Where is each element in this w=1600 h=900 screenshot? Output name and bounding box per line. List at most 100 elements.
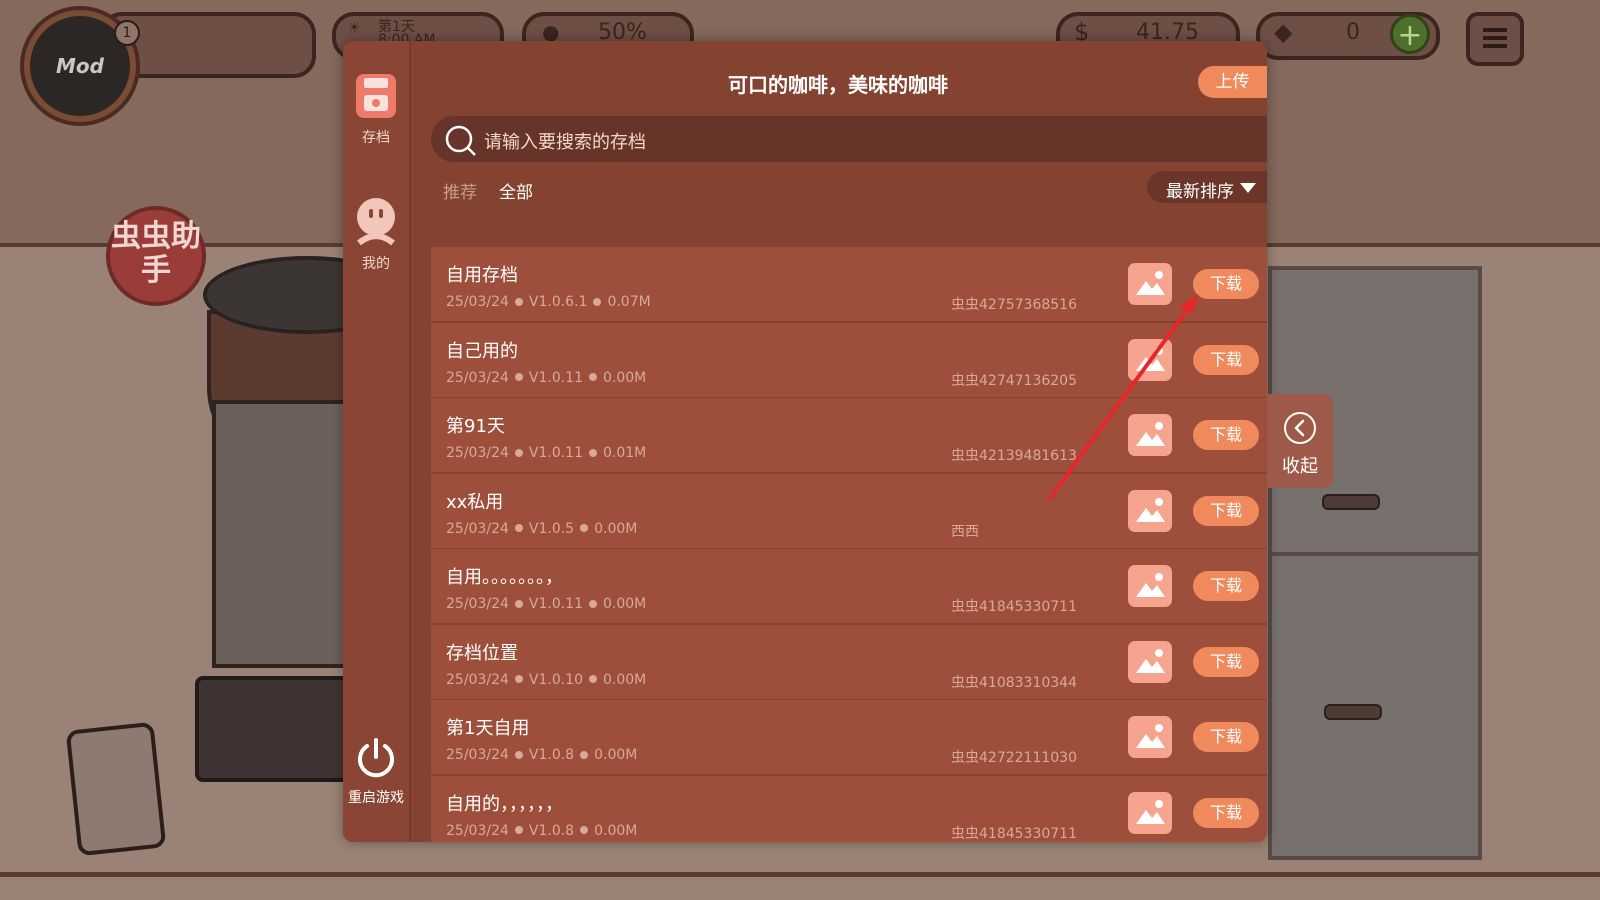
- save-author: 虫虫42139481613: [951, 448, 1077, 464]
- save-meta: 25/03/24 V1.0.11 0.00M: [446, 596, 646, 612]
- sidebar-item-restart[interactable]: 重启游戏: [343, 737, 409, 807]
- add-gems-icon[interactable]: +: [1390, 14, 1430, 54]
- save-row[interactable]: 第1天自用 25/03/24 V1.0.8 0.00M 虫虫42722111030 下载: [431, 700, 1267, 774]
- save-title: 自用存档: [446, 265, 518, 286]
- dot-separator-icon: [593, 297, 602, 306]
- image-preview-icon[interactable]: [1128, 791, 1172, 834]
- save-row[interactable]: xx私用 25/03/24 V1.0.5 0.00M 西西 下载: [431, 473, 1267, 548]
- dot-separator-icon: [580, 750, 589, 759]
- save-row[interactable]: 存档位置 25/03/24 V1.0.10 0.00M 虫虫41083310344 下载: [431, 624, 1267, 699]
- save-title: 自用。。。。。。。，: [446, 567, 563, 588]
- save-size: 0.00M: [594, 822, 638, 839]
- sidebar-item-mine[interactable]: 我的: [343, 197, 409, 273]
- save-author: 虫虫42747136205: [951, 372, 1077, 389]
- sort-dropdown[interactable]: 最新排序: [1147, 171, 1267, 203]
- image-preview-icon[interactable]: [1128, 640, 1172, 683]
- save-title: 存档位置: [446, 642, 518, 664]
- download-button[interactable]: 下载: [1193, 420, 1259, 450]
- save-date: 25/03/24: [446, 445, 509, 461]
- save-author: 虫虫41845330711: [951, 825, 1077, 842]
- download-button[interactable]: 下载: [1193, 797, 1259, 828]
- save-row[interactable]: 自用。。。。。。。， 25/03/24 V1.0.11 0.00M 虫虫41845330…: [431, 549, 1267, 623]
- search-bar[interactable]: 请输入要搜索的存档: [431, 116, 1267, 162]
- download-button[interactable]: 下载: [1193, 269, 1259, 299]
- save-meta: 25/03/24 V1.0.11 0.01M: [446, 445, 646, 461]
- gem-icon: ◆: [1274, 18, 1293, 46]
- save-title: 第1天自用: [446, 718, 530, 739]
- save-author: 虫虫41083310344: [951, 674, 1077, 691]
- save-row[interactable]: 自用存档 25/03/24 V1.0.6.1 0.07M 虫虫42757368516 下载: [431, 247, 1267, 321]
- save-date: 25/03/24: [446, 747, 509, 763]
- sidebar-item-save[interactable]: 存档: [343, 73, 409, 147]
- save-date: 25/03/24: [446, 520, 509, 537]
- image-preview-icon[interactable]: [1128, 489, 1172, 532]
- save-meta: 25/03/24 V1.0.10 0.00M: [446, 672, 646, 688]
- save-date: 25/03/24: [446, 671, 509, 688]
- dot-separator-icon: [514, 448, 523, 457]
- save-version: V1.0.11: [528, 369, 583, 386]
- save-version: V1.0.5: [528, 520, 575, 537]
- modal-sidebar: 存档 我的 重启游戏: [343, 41, 411, 842]
- save-title: 第91天: [446, 416, 505, 437]
- collapse-label: 收起: [1282, 456, 1318, 477]
- image-preview-icon[interactable]: [1128, 263, 1172, 305]
- save-version: V1.0.6.1: [528, 294, 588, 310]
- image-preview-icon[interactable]: [1128, 414, 1172, 456]
- save-date: 25/03/24: [446, 369, 509, 386]
- save-meta: 25/03/24 V1.0.6.1 0.07M: [446, 294, 651, 310]
- search-input[interactable]: 请输入要搜索的存档: [484, 128, 646, 154]
- download-button[interactable]: 下载: [1193, 571, 1259, 601]
- sidebar-save-label: 存档: [362, 130, 390, 146]
- dot-separator-icon: [580, 826, 589, 834]
- upload-button[interactable]: 上传: [1198, 66, 1267, 98]
- dot-separator-icon: [580, 524, 589, 532]
- save-disk-icon: [356, 74, 396, 118]
- save-size: 0.00M: [603, 596, 647, 612]
- save-version: V1.0.10: [528, 671, 583, 688]
- save-date: 25/03/24: [446, 822, 509, 839]
- sun-icon: ☀: [348, 20, 361, 36]
- save-author: 虫虫42757368516: [951, 297, 1077, 313]
- download-button[interactable]: 下载: [1193, 722, 1259, 752]
- chevron-down-icon: [1240, 183, 1256, 193]
- avatar-mod-label: Mod: [56, 54, 104, 78]
- save-date: 25/03/24: [446, 294, 509, 310]
- chongchong-assistant-badge[interactable]: 虫虫助手: [106, 206, 206, 306]
- save-row[interactable]: 第91天 25/03/24 V1.0.11 0.01M 虫虫42139481613 下载: [431, 398, 1267, 472]
- save-title: 自己用的: [446, 340, 518, 362]
- save-size: 0.00M: [594, 520, 638, 537]
- download-button[interactable]: 下载: [1193, 344, 1259, 375]
- save-size: 0.01M: [603, 445, 647, 461]
- tab-all[interactable]: 全部: [499, 178, 533, 203]
- image-preview-icon[interactable]: [1128, 338, 1172, 381]
- phone-icon: [65, 721, 167, 857]
- save-size: 0.00M: [603, 369, 647, 386]
- download-button[interactable]: 下载: [1193, 646, 1259, 677]
- sidebar-mine-label: 我的: [362, 256, 390, 272]
- save-author: 西西: [951, 523, 979, 540]
- cabinet-handle: [1324, 704, 1382, 720]
- save-size: 0.00M: [603, 671, 647, 688]
- search-icon: [445, 125, 476, 156]
- save-row[interactable]: 自用的，，，，，， 25/03/24 V1.0.8 0.00M 虫虫4184533071…: [431, 775, 1267, 842]
- gem-value: 0: [1346, 20, 1360, 45]
- save-meta: 25/03/24 V1.0.8 0.00M: [446, 823, 637, 839]
- dot-separator-icon: [514, 599, 523, 608]
- tab-recommend[interactable]: 推荐: [443, 178, 477, 203]
- sort-label: 最新排序: [1166, 182, 1234, 202]
- image-preview-icon[interactable]: [1128, 716, 1172, 758]
- save-version: V1.0.8: [528, 747, 575, 763]
- dot-separator-icon: [589, 448, 597, 457]
- save-version: V1.0.11: [528, 445, 583, 461]
- save-size: 0.00M: [594, 747, 638, 763]
- download-button[interactable]: 下载: [1193, 495, 1259, 526]
- chevron-left-circle-icon: [1284, 412, 1316, 444]
- menu-icon[interactable]: [1466, 12, 1524, 66]
- gem-pill: ◆ 0 +: [1256, 12, 1440, 60]
- collapse-button[interactable]: 收起: [1267, 394, 1333, 488]
- image-preview-icon[interactable]: [1128, 565, 1172, 607]
- save-row[interactable]: 自己用的 25/03/24 V1.0.11 0.00M 虫虫42747136205 下载: [431, 322, 1267, 397]
- save-meta: 25/03/24 V1.0.8 0.00M: [446, 747, 637, 763]
- save-version: V1.0.11: [528, 596, 583, 612]
- dot-separator-icon: [514, 826, 523, 834]
